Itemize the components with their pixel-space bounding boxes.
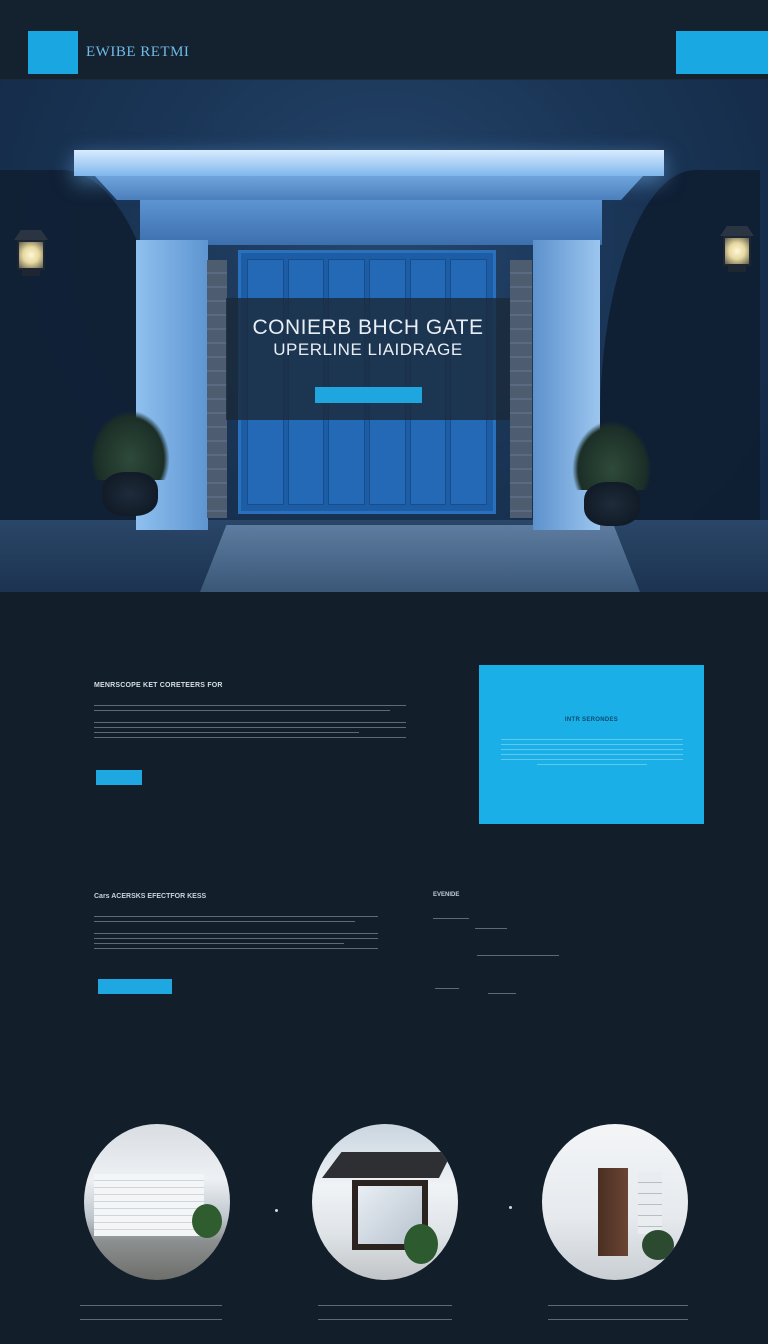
gallery-dot: [275, 1209, 278, 1212]
contact-section: Cars ACERSKS EFECTFOR KESS EVENIDE: [0, 852, 768, 1102]
about-section: MENRSCOPE KET CORETEERS FOR INTR SERONDE…: [0, 592, 768, 852]
stone-wall-left: [207, 260, 227, 518]
about-button[interactable]: [96, 770, 142, 785]
gallery-caption-2: [318, 1305, 452, 1333]
contact-button[interactable]: [98, 979, 172, 994]
services-card-title: INTR SERONDES: [564, 717, 619, 723]
header-cta-button[interactable]: [676, 31, 768, 74]
about-body-text: [94, 705, 406, 742]
hero-title: CONIERB BHCH GATE: [252, 316, 484, 339]
brand-name[interactable]: EWIBE RETMI: [86, 44, 189, 61]
services-card-text: [501, 739, 683, 769]
plant-right-icon: [572, 420, 652, 530]
contact-info-title: EVENIDE: [433, 892, 460, 898]
gallery-caption-1: [80, 1305, 222, 1333]
site-header: EWIBE RETMI: [0, 0, 768, 80]
gallery-caption-3: [548, 1305, 688, 1333]
hero-overlay: CONIERB BHCH GATE UPERLINE LIAIDRAGE: [226, 298, 510, 420]
portico-pediment: [74, 150, 664, 176]
gallery-image-modern-house[interactable]: [312, 1124, 458, 1280]
hero-cta-button[interactable]: [315, 387, 422, 403]
portico-lintel: [140, 200, 602, 245]
hero-section: CONIERB BHCH GATE UPERLINE LIAIDRAGE: [0, 80, 768, 592]
services-card: INTR SERONDES: [479, 665, 704, 824]
hero-walkway: [200, 525, 640, 592]
stone-wall-right: [510, 260, 532, 518]
gallery-dot: [509, 1206, 512, 1209]
gallery-image-entry-door[interactable]: [542, 1124, 688, 1280]
hero-subtitle: UPERLINE LIAIDRAGE: [273, 340, 463, 359]
portico-entablature: [95, 176, 643, 200]
contact-line: [435, 988, 459, 989]
about-title: MENRSCOPE KET CORETEERS FOR: [94, 682, 223, 689]
contact-section-title: Cars ACERSKS EFECTFOR KESS: [94, 893, 207, 900]
plant-left-icon: [90, 410, 170, 520]
logo-icon[interactable]: [28, 31, 78, 74]
contact-line: [475, 928, 507, 929]
contact-line: [488, 993, 516, 994]
wall-lamp-right-icon: [720, 226, 754, 278]
contact-line: [433, 918, 469, 919]
contact-line: [477, 955, 559, 956]
wall-lamp-left-icon: [14, 230, 48, 282]
gallery-image-garage[interactable]: [84, 1124, 230, 1280]
contact-body-text: [94, 916, 378, 953]
